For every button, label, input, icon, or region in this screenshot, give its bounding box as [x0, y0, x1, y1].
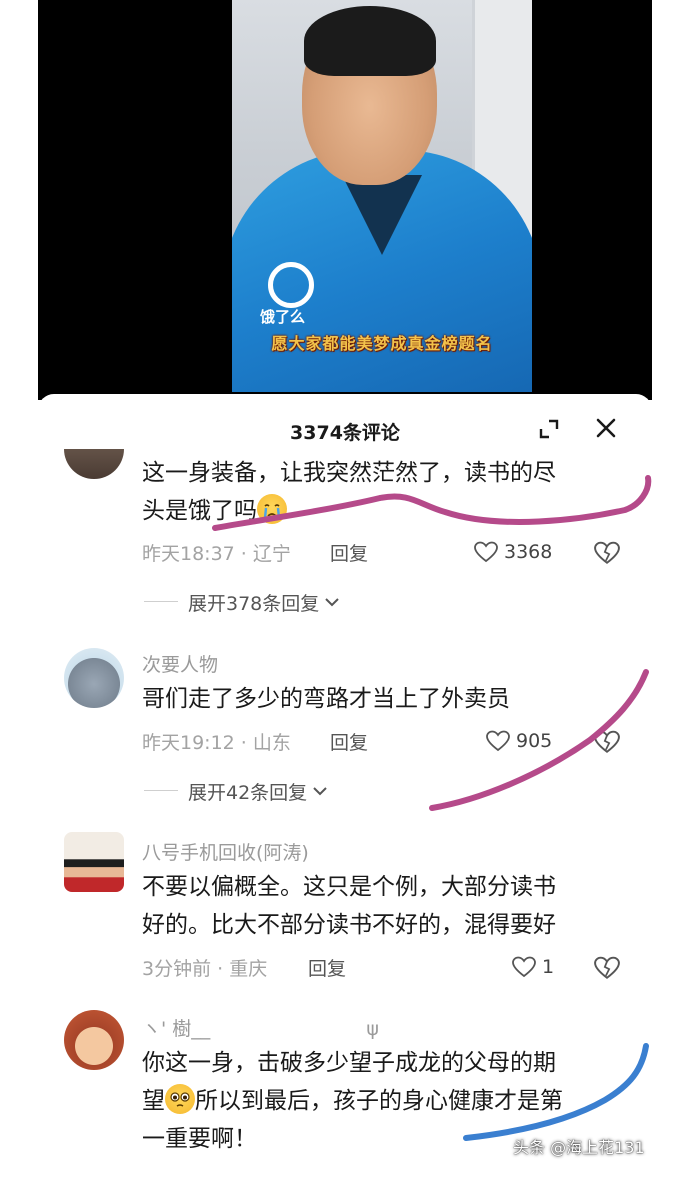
- comment-text-line: 哥们走了多少的弯路才当上了外卖员: [142, 686, 510, 712]
- username[interactable]: 八号手机回收(阿涛): [142, 838, 309, 865]
- comment-text: 不要以偏概全。这只是个例，大部分读书 好的。比大不部分读书不好的，混得要好: [142, 868, 612, 944]
- reply-button[interactable]: 回复: [330, 728, 368, 755]
- chevron-down-icon: [313, 787, 327, 796]
- sheet-header: 3374条评论: [38, 394, 652, 456]
- divider-line: [144, 790, 178, 791]
- comment-text-line: 不要以偏概全。这只是个例，大部分读书: [142, 874, 556, 900]
- comment-text-line: 你这一身，击破多少望子成龙的父母的期: [142, 1050, 556, 1076]
- broken-heart-icon[interactable]: [594, 729, 620, 755]
- watermark: 头条 @海上花131: [513, 1138, 645, 1157]
- like-count: 1: [542, 956, 555, 978]
- heart-icon: [486, 730, 510, 752]
- close-icon[interactable]: [594, 416, 618, 440]
- expand-icon[interactable]: [538, 418, 560, 440]
- comment-meta: 昨天18:37 · 辽宁: [142, 543, 291, 565]
- comment-text-line: 头是饿了吗: [142, 498, 257, 524]
- expand-replies-label: 展开42条回复: [188, 781, 308, 804]
- pleading-emoji: [165, 1084, 195, 1114]
- username[interactable]: 次要人物: [142, 650, 218, 677]
- video-player[interactable]: 饿了么 愿大家都能美梦成真金榜题名: [38, 0, 652, 400]
- comment-text: 这一身装备，让我突然茫然了，读书的尽 头是饿了吗: [142, 454, 612, 530]
- reply-button[interactable]: 回复: [308, 954, 346, 981]
- comment-text-line: 所以到最后，孩子的身心健康才是第: [195, 1088, 563, 1114]
- like-count: 3368: [504, 541, 553, 563]
- username[interactable]: ヽ' 樹__ ψ: [142, 1014, 379, 1041]
- comment-text-line: 望: [142, 1088, 165, 1114]
- username-symbol: ψ: [366, 1018, 379, 1040]
- comment-text-line: 一重要啊！: [142, 1126, 257, 1152]
- comments-sheet: 3374条评论 这一身装备，让我突然茫然了，读书的尽 头是饿了吗 昨天18:37…: [38, 394, 652, 1200]
- avatar[interactable]: [64, 832, 124, 892]
- expand-replies-label: 展开378条回复: [188, 592, 320, 615]
- comment-text-line: 好的。比大不部分读书不好的，混得要好: [142, 912, 556, 938]
- comment-text: 哥们走了多少的弯路才当上了外卖员: [142, 680, 612, 718]
- comment-text-line: 这一身装备，让我突然茫然了，读书的尽: [142, 460, 556, 486]
- broken-heart-icon[interactable]: [594, 955, 620, 981]
- comment-meta: 昨天19:12 · 山东: [142, 732, 291, 754]
- like-button[interactable]: 905: [486, 728, 552, 754]
- avatar[interactable]: [64, 648, 124, 708]
- like-button[interactable]: 3368: [474, 539, 552, 565]
- video-thumbnail: 饿了么 愿大家都能美梦成真金榜题名: [232, 0, 532, 392]
- person-hair: [304, 6, 436, 76]
- expand-replies-button[interactable]: 展开378条回复: [188, 589, 341, 615]
- broken-heart-icon[interactable]: [594, 540, 620, 566]
- expand-replies-button[interactable]: 展开42条回复: [188, 778, 329, 804]
- comment-meta: 3分钟前 · 重庆: [142, 958, 268, 980]
- divider-line: [144, 601, 178, 602]
- video-caption: 愿大家都能美梦成真金榜题名: [271, 334, 493, 353]
- reply-button[interactable]: 回复: [330, 539, 368, 566]
- like-count: 905: [516, 730, 553, 752]
- heart-icon: [474, 541, 498, 563]
- like-button[interactable]: 1: [512, 954, 554, 980]
- jacket-brand-text: 饿了么: [260, 308, 306, 326]
- video-area: 饿了么 愿大家都能美梦成真金榜题名: [0, 0, 689, 400]
- crying-emoji: [257, 494, 287, 524]
- avatar[interactable]: [64, 1010, 124, 1070]
- chevron-down-icon: [325, 598, 339, 607]
- brand-logo-icon: [268, 262, 314, 308]
- username-text: ヽ' 樹__: [142, 1018, 211, 1040]
- heart-icon: [512, 956, 536, 978]
